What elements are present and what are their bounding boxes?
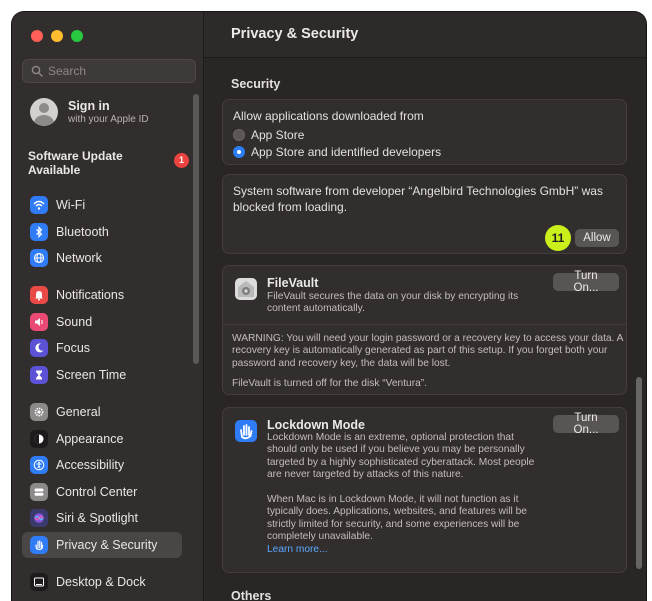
sidebar-group-system: General Appearance Accessibility Control Ce… xyxy=(22,399,182,558)
sidebar-item-wi-fi[interactable]: Wi-Fi xyxy=(22,192,182,219)
window-controls xyxy=(31,30,83,42)
appearance-icon xyxy=(30,429,48,448)
sidebar-item-label: Accessibility xyxy=(56,458,125,473)
sidebar-item-general[interactable]: General xyxy=(22,399,182,426)
sidebar-item-network[interactable]: Network xyxy=(22,245,182,272)
sidebar-group-notifications: Notifications Sound Focus Screen Time xyxy=(22,282,182,388)
main-header: Privacy & Security xyxy=(204,12,646,58)
apple-id-signin[interactable]: Sign in with your Apple ID xyxy=(30,98,149,126)
dock-icon xyxy=(30,573,48,592)
divider xyxy=(223,324,626,325)
hourglass-icon xyxy=(30,365,48,384)
radio-button[interactable] xyxy=(233,128,245,141)
zoom-button[interactable] xyxy=(71,30,83,42)
close-button[interactable] xyxy=(31,30,43,42)
sidebar-item-focus[interactable]: Focus xyxy=(22,335,182,362)
minimize-button[interactable] xyxy=(51,30,63,42)
lockdown-description-2: When Mac is in Lockdown Mode, it will no… xyxy=(267,494,527,542)
hand-icon xyxy=(234,419,258,443)
filevault-warning: WARNING: You will need your login passwo… xyxy=(232,333,623,369)
radio-label: App Store xyxy=(251,127,305,142)
sidebar-item-label: Control Center xyxy=(56,484,138,499)
radio-button-selected[interactable] xyxy=(233,145,245,158)
sidebar-item-appearance[interactable]: Appearance xyxy=(22,426,182,453)
filevault-title: FileVault xyxy=(267,276,319,290)
sidebar-item-sound[interactable]: Sound xyxy=(22,309,182,336)
sidebar-item-label: Siri & Spotlight xyxy=(56,511,138,526)
page-title: Privacy & Security xyxy=(231,26,359,42)
radio-option-app-store[interactable]: App Store xyxy=(233,126,616,143)
sidebar-item-siri-spotlight[interactable]: Siri & Spotlight xyxy=(22,505,182,532)
filevault-icon xyxy=(234,277,258,301)
sidebar-item-label: Appearance xyxy=(56,431,124,446)
allow-apps-card: Allow applications downloaded from App S… xyxy=(222,99,627,165)
blocked-software-card: System software from developer “Angelbir… xyxy=(222,174,627,254)
sidebar-item-label: Privacy & Security xyxy=(56,537,158,552)
search-input[interactable] xyxy=(48,64,188,78)
lockdown-title: Lockdown Mode xyxy=(267,418,365,432)
radio-option-identified-developers[interactable]: App Store and identified developers xyxy=(233,143,616,160)
sidebar-item-control-center[interactable]: Control Center xyxy=(22,479,182,506)
allow-apps-heading: Allow applications downloaded from xyxy=(233,109,424,123)
software-update-item[interactable]: Software Update Available 1 xyxy=(28,149,196,177)
bluetooth-icon xyxy=(30,222,48,241)
sidebar-item-label: Focus xyxy=(56,341,91,356)
search-field[interactable] xyxy=(22,59,196,83)
sidebar-item-label: Desktop & Dock xyxy=(56,575,146,590)
avatar xyxy=(30,98,58,126)
sidebar-item-screen-time[interactable]: Screen Time xyxy=(22,362,182,389)
globe-icon xyxy=(30,249,48,268)
software-update-label: Software Update Available xyxy=(28,149,123,177)
hand-icon xyxy=(30,535,48,554)
bell-icon xyxy=(30,286,48,305)
siri-icon xyxy=(30,509,48,528)
blocked-message: System software from developer “Angelbir… xyxy=(233,184,603,214)
allow-button[interactable]: Allow xyxy=(575,229,619,247)
sidebar-item-bluetooth[interactable]: Bluetooth xyxy=(22,219,182,246)
sidebar-item-desktop-dock[interactable]: Desktop & Dock xyxy=(22,569,182,596)
learn-more-link[interactable]: Learn more... xyxy=(267,544,328,555)
security-section-title: Security xyxy=(231,77,281,91)
sidebar-group-network: Wi-Fi Bluetooth Network xyxy=(22,192,182,272)
search-icon xyxy=(31,65,43,77)
lockdown-card: Lockdown Mode Lockdown Mode is an extrem… xyxy=(222,407,627,573)
sidebar-item-privacy-security[interactable]: Privacy & Security xyxy=(22,531,182,558)
sidebar-item-label: Bluetooth xyxy=(56,224,109,239)
step-badge: 11 xyxy=(545,225,571,251)
sidebar: Sign in with your Apple ID Software Upda… xyxy=(12,12,204,601)
gear-icon xyxy=(30,403,48,422)
filevault-status: FileVault is turned off for the disk “Ve… xyxy=(232,378,427,389)
sidebar-scrollbar[interactable] xyxy=(193,94,199,364)
sidebar-item-label: General xyxy=(56,405,101,420)
sidebar-item-label: Screen Time xyxy=(56,367,127,382)
sidebar-item-label: Network xyxy=(56,251,102,266)
sidebar-item-label: Sound xyxy=(56,314,93,329)
main-scrollbar[interactable] xyxy=(636,377,642,569)
filevault-turn-on-button[interactable]: Turn On... xyxy=(553,270,619,294)
radio-label: App Store and identified developers xyxy=(251,144,442,159)
sidebar-item-notifications[interactable]: Notifications xyxy=(22,282,182,309)
filevault-description: FileVault secures the data on your disk … xyxy=(267,291,519,315)
moon-icon xyxy=(30,339,48,358)
speaker-icon xyxy=(30,312,48,331)
account-subtitle: with your Apple ID xyxy=(68,114,149,125)
accessibility-icon xyxy=(30,456,48,475)
sidebar-item-label: Wi-Fi xyxy=(56,198,86,213)
filevault-card: FileVault FileVault secures the data on … xyxy=(222,265,627,395)
control-center-icon xyxy=(30,482,48,501)
update-count-badge: 1 xyxy=(174,153,189,168)
main-pane: Privacy & Security Security Allow applic… xyxy=(204,12,646,601)
settings-window: Sign in with your Apple ID Software Upda… xyxy=(12,12,646,601)
account-name: Sign in xyxy=(68,99,110,113)
lockdown-turn-on-button[interactable]: Turn On... xyxy=(553,412,619,436)
sidebar-item-accessibility[interactable]: Accessibility xyxy=(22,452,182,479)
wifi-icon xyxy=(30,196,48,215)
others-section-title: Others xyxy=(231,589,272,601)
sidebar-item-label: Notifications xyxy=(56,288,125,303)
sidebar-group-desktop: Desktop & Dock xyxy=(22,569,182,596)
lockdown-description: Lockdown Mode is an extreme, optional pr… xyxy=(267,432,535,480)
